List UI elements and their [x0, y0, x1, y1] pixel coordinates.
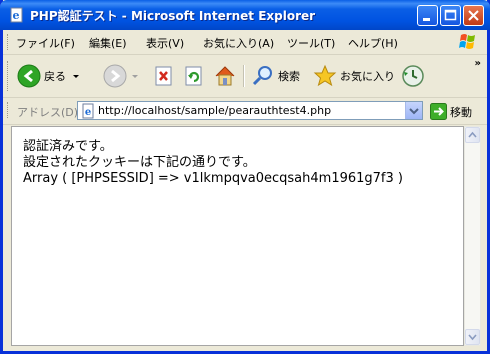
address-bar: アドレス(D) e http://localhost/sample/pearau…: [3, 98, 487, 125]
title-bar[interactable]: e PHP認証テスト - Microsoft Internet Explorer: [0, 0, 490, 30]
search-button[interactable]: 検索: [251, 62, 300, 90]
home-icon: [215, 66, 235, 86]
scroll-up-button[interactable]: [465, 127, 480, 143]
forward-button[interactable]: [103, 62, 141, 90]
home-button[interactable]: [213, 62, 237, 90]
menu-tools[interactable]: ツール(T): [287, 35, 335, 51]
toolbar-overflow-chevron[interactable]: »: [475, 58, 481, 69]
refresh-icon: [185, 66, 202, 86]
favorites-label: お気に入り: [340, 70, 395, 83]
chevron-down-icon: [468, 334, 477, 341]
search-icon: [252, 66, 272, 86]
menu-favorites[interactable]: お気に入り(A): [203, 35, 274, 51]
minimize-icon: [423, 18, 430, 21]
content-text-block: 認証済みです。 設定されたクッキーは下記の通りです。 Array ( [PHPS…: [23, 139, 403, 187]
back-button[interactable]: 戻る: [17, 62, 82, 90]
go-arrow-icon: [430, 103, 447, 120]
menu-edit[interactable]: 編集(E): [89, 35, 127, 51]
go-button[interactable]: 移動: [430, 102, 472, 121]
favorites-star-icon: [313, 64, 337, 87]
history-button[interactable]: [401, 62, 425, 90]
chevron-down-icon: [409, 108, 419, 115]
page-icon: e: [82, 103, 94, 119]
maximize-button[interactable]: [440, 5, 461, 26]
close-button[interactable]: [463, 5, 484, 26]
cookie-array-line: Array ( [PHPSESSID] => v1lkmpqva0ecqsah4…: [23, 171, 403, 186]
minimize-button[interactable]: [417, 5, 438, 26]
back-arrow-icon: [17, 64, 41, 88]
address-grip[interactable]: [7, 102, 11, 118]
window-title: PHP認証テスト - Microsoft Internet Explorer: [30, 9, 316, 23]
menu-bar: ファイル(F) 編集(E) 表示(V) お気に入り(A) ツール(T) ヘルプ(…: [3, 30, 487, 55]
favorites-button[interactable]: お気に入り: [313, 62, 395, 90]
address-url: http://localhost/sample/pearauthtest4.ph…: [98, 104, 332, 117]
windows-logo-icon: [459, 34, 475, 49]
standard-toolbar: 戻る 検索 お気に入り »: [3, 55, 487, 98]
svg-text:e: e: [85, 107, 91, 118]
forward-dropdown-icon[interactable]: [129, 70, 141, 82]
auth-status-line: 認証済みです。: [23, 139, 113, 154]
ie-page-icon: e: [10, 7, 23, 23]
scroll-down-button[interactable]: [465, 329, 480, 345]
chevron-up-icon: [468, 131, 477, 138]
back-label: 戻る: [44, 70, 66, 83]
page-content: 認証済みです。 設定されたクッキーは下記の通りです。 Array ( [PHPS…: [11, 126, 464, 346]
ie-window: e PHP認証テスト - Microsoft Internet Explorer…: [0, 0, 490, 354]
stop-icon: [155, 66, 172, 86]
refresh-button[interactable]: [183, 62, 205, 90]
search-label: 検索: [278, 70, 300, 83]
address-label: アドレス(D): [17, 106, 79, 119]
vertical-scrollbar[interactable]: [464, 126, 481, 346]
toolbar-separator: [243, 65, 245, 87]
address-input[interactable]: e http://localhost/sample/pearauthtest4.…: [77, 101, 423, 120]
menu-grip[interactable]: [7, 34, 11, 50]
history-clock-icon: [402, 65, 424, 87]
menu-view[interactable]: 表示(V): [146, 35, 184, 51]
stop-button[interactable]: [153, 62, 175, 90]
forward-arrow-icon: [103, 64, 127, 88]
menu-help[interactable]: ヘルプ(H): [348, 35, 398, 51]
menu-file[interactable]: ファイル(F): [16, 35, 75, 51]
toolbar-grip[interactable]: [7, 61, 11, 91]
svg-text:e: e: [13, 9, 20, 22]
cookie-intro-line: 設定されたクッキーは下記の通りです。: [23, 155, 256, 170]
close-icon: [468, 10, 479, 21]
back-dropdown-icon[interactable]: [70, 70, 82, 82]
address-dropdown-button[interactable]: [405, 102, 422, 119]
go-label: 移動: [450, 105, 472, 119]
maximize-icon: [444, 9, 457, 21]
